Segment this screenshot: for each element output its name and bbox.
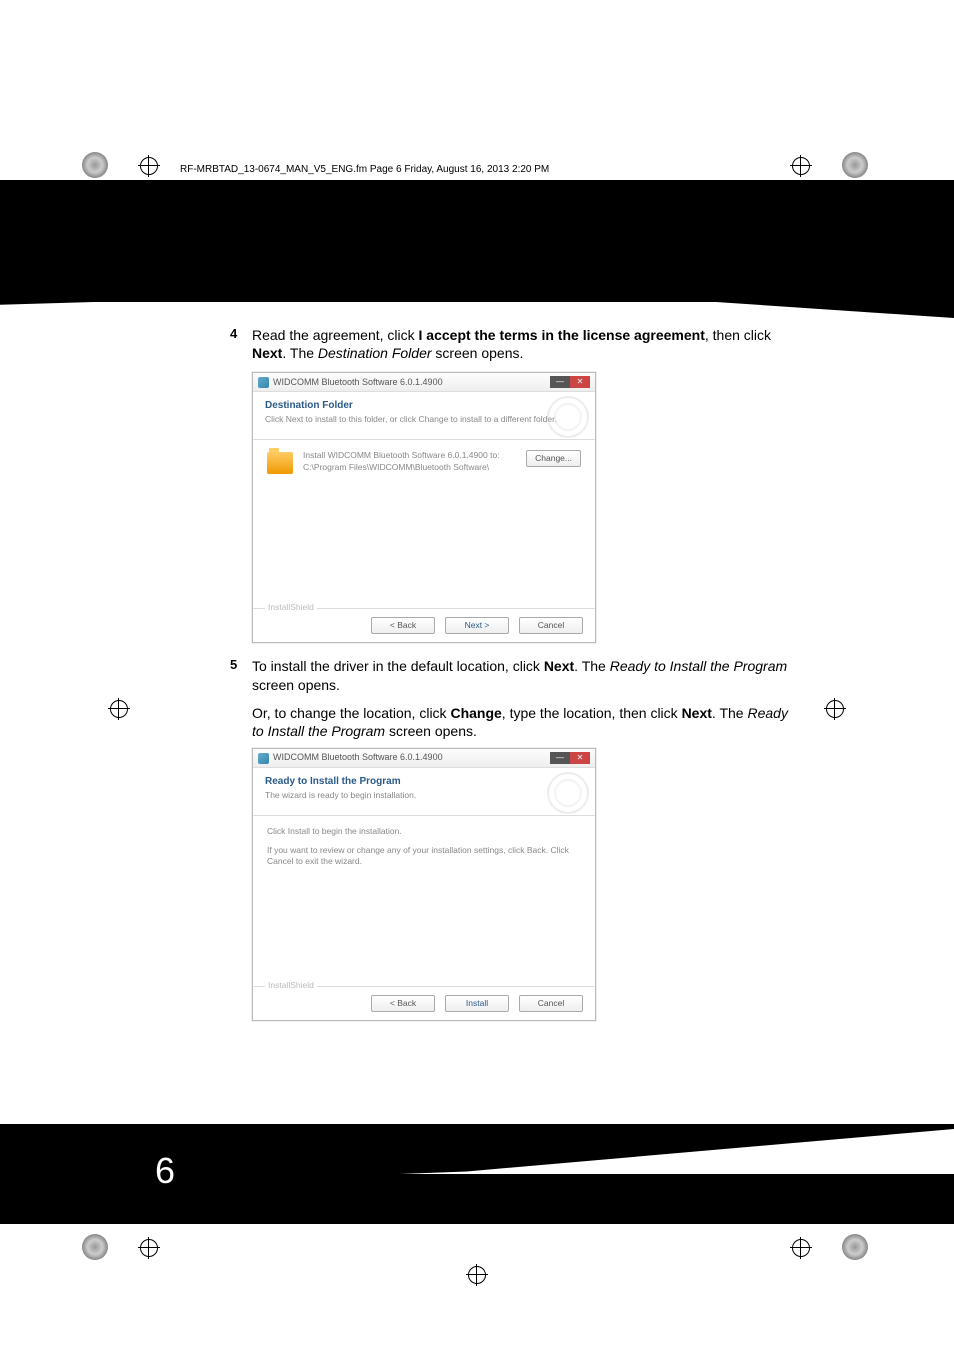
- printer-mark: [842, 1234, 868, 1260]
- printer-mark: [842, 152, 868, 178]
- back-button[interactable]: < Back: [371, 617, 435, 634]
- step-text: To install the driver in the default loc…: [252, 657, 790, 693]
- installshield-label: InstallShield: [265, 980, 317, 991]
- page-content: 4 Read the agreement, click I accept the…: [230, 326, 790, 1035]
- dialog-subheading: Click Next to install to this folder, or…: [265, 414, 583, 425]
- dialog-footer: InstallShield < Back Next > Cancel: [253, 608, 595, 642]
- install-to-label: Install WIDCOMM Bluetooth Software 6.0.1…: [303, 450, 516, 462]
- printer-mark: [82, 1234, 108, 1260]
- installshield-label: InstallShield: [265, 602, 317, 613]
- dialog-footer: InstallShield < Back Install Cancel: [253, 986, 595, 1020]
- or-paragraph: Or, to change the location, click Change…: [252, 704, 790, 740]
- dialog-header: Destination Folder Click Next to install…: [253, 392, 595, 440]
- dialog-title: WIDCOMM Bluetooth Software 6.0.1.4900: [273, 377, 443, 389]
- step-5: 5 To install the driver in the default l…: [230, 657, 790, 693]
- minimize-button[interactable]: —: [550, 376, 570, 388]
- ready-install-dialog: WIDCOMM Bluetooth Software 6.0.1.4900 — …: [252, 748, 596, 1021]
- destination-folder-dialog: WIDCOMM Bluetooth Software 6.0.1.4900 — …: [252, 372, 596, 643]
- install-instruction-2: If you want to review or change any of y…: [267, 845, 581, 867]
- dialog-heading: Destination Folder: [265, 399, 583, 412]
- step-4: 4 Read the agreement, click I accept the…: [230, 326, 790, 362]
- watermark-icon: [545, 396, 589, 434]
- step-number: 5: [230, 657, 252, 693]
- dialog-body: Click Install to begin the installation.…: [253, 816, 595, 986]
- close-button[interactable]: ✕: [570, 376, 590, 388]
- folder-icon: [267, 452, 293, 474]
- step-text: Read the agreement, click I accept the t…: [252, 326, 790, 362]
- dialog-title: WIDCOMM Bluetooth Software 6.0.1.4900: [273, 752, 443, 764]
- dialog-titlebar: WIDCOMM Bluetooth Software 6.0.1.4900 — …: [253, 373, 595, 392]
- crop-mark-icon: [792, 157, 810, 175]
- header-swoop: [0, 258, 954, 318]
- crop-mark-icon: [140, 1239, 158, 1257]
- dialog-body: Install WIDCOMM Bluetooth Software 6.0.1…: [253, 440, 595, 608]
- installer-icon: [258, 753, 269, 764]
- dialog-header: Ready to Install the Program The wizard …: [253, 768, 595, 816]
- crop-mark-icon: [468, 1266, 486, 1284]
- dialog-titlebar: WIDCOMM Bluetooth Software 6.0.1.4900 — …: [253, 749, 595, 768]
- cancel-button[interactable]: Cancel: [519, 995, 583, 1012]
- next-button[interactable]: Next >: [445, 617, 509, 634]
- crop-mark-icon: [792, 1239, 810, 1257]
- back-button[interactable]: < Back: [371, 995, 435, 1012]
- dialog-heading: Ready to Install the Program: [265, 775, 583, 788]
- minimize-button[interactable]: —: [550, 752, 570, 764]
- install-path: C:\Program Files\WIDCOMM\Bluetooth Softw…: [303, 462, 516, 474]
- crop-mark-icon: [140, 157, 158, 175]
- crop-mark-icon: [826, 700, 844, 718]
- installer-icon: [258, 377, 269, 388]
- crop-mark-icon: [110, 700, 128, 718]
- change-button[interactable]: Change...: [526, 450, 581, 467]
- printer-mark: [82, 152, 108, 178]
- install-instruction: Click Install to begin the installation.: [267, 826, 581, 837]
- dialog-subheading: The wizard is ready to begin installatio…: [265, 790, 583, 801]
- install-button[interactable]: Install: [445, 995, 509, 1012]
- step-number: 4: [230, 326, 252, 362]
- page-number: 6: [155, 1150, 175, 1192]
- close-button[interactable]: ✕: [570, 752, 590, 764]
- header-filename: RF-MRBTAD_13-0674_MAN_V5_ENG.fm Page 6 F…: [180, 164, 549, 175]
- watermark-icon: [545, 772, 589, 810]
- cancel-button[interactable]: Cancel: [519, 617, 583, 634]
